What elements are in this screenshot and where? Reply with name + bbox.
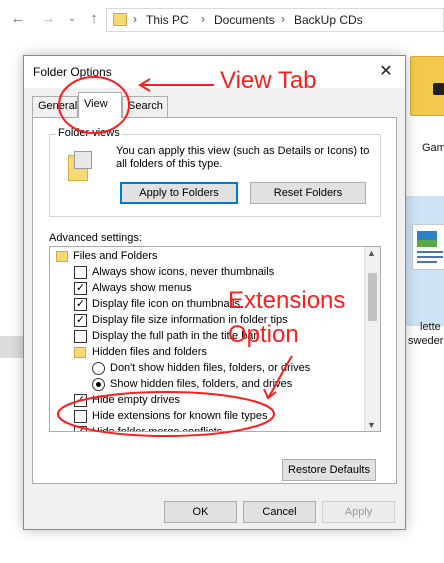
apply-button[interactable]: Apply xyxy=(322,501,395,523)
tree-folder-label: Hidden files and folders xyxy=(92,346,207,358)
dialog-titlebar[interactable]: Folder Options ✕ xyxy=(24,56,405,88)
back-arrow-icon[interactable]: ← xyxy=(8,9,28,29)
reset-folders-button[interactable]: Reset Folders xyxy=(250,182,366,204)
option-label: Always show menus xyxy=(92,282,192,294)
checkbox-unchecked[interactable] xyxy=(74,410,87,423)
breadcrumb-documents[interactable]: Documents xyxy=(214,13,275,27)
restore-defaults-button[interactable]: Restore Defaults xyxy=(282,459,376,481)
file-label: sweder xyxy=(408,335,444,347)
file-label: Gam xyxy=(422,142,444,154)
checkbox-checked[interactable]: ✓ xyxy=(74,298,87,311)
checkbox-checked[interactable]: ✓ xyxy=(74,426,87,431)
checkbox-unchecked[interactable] xyxy=(74,266,87,279)
tree-folder-label: Files and Folders xyxy=(73,250,158,262)
document-icon xyxy=(412,224,444,270)
forward-arrow-icon[interactable]: → xyxy=(38,9,58,29)
address-bar[interactable]: › This PC › Documents › BackUp CDs xyxy=(106,8,444,32)
ok-button[interactable]: OK xyxy=(164,501,237,523)
advanced-settings-label: Advanced settings: xyxy=(49,232,142,244)
scroll-down-icon[interactable]: ▼ xyxy=(367,420,376,430)
checkbox-checked[interactable]: ✓ xyxy=(74,394,87,407)
breadcrumb-this-pc[interactable]: This PC xyxy=(146,13,189,27)
checkbox-checked[interactable]: ✓ xyxy=(74,282,87,295)
breadcrumb-separator: › xyxy=(201,12,205,26)
radio-unselected[interactable] xyxy=(92,362,105,375)
checkbox-checked[interactable]: ✓ xyxy=(74,314,87,327)
checkbox-unchecked[interactable] xyxy=(74,330,87,343)
advanced-settings-list[interactable]: Files and Folders Always show icons, nev… xyxy=(49,246,381,432)
nav-pane-selection[interactable] xyxy=(0,336,24,358)
folder-options-dialog: Folder Options ✕ General View Search Fol… xyxy=(23,55,406,530)
option-label: Show hidden files, folders, and drives xyxy=(110,378,293,390)
explorer-toolbar: ← → ⌄ ↑ › This PC › Documents › BackUp C… xyxy=(0,0,444,40)
file-item-games[interactable]: Gam xyxy=(404,50,444,160)
option-label: Hide folder merge conflicts xyxy=(92,426,223,432)
folder-icon xyxy=(410,56,444,116)
tab-search[interactable]: Search xyxy=(122,96,168,117)
radio-selected[interactable] xyxy=(92,378,105,391)
file-label: lette xyxy=(420,321,441,333)
folder-views-icon xyxy=(68,151,94,183)
breadcrumb-backup-cds[interactable]: BackUp CDs xyxy=(294,13,363,27)
folder-icon xyxy=(56,251,68,262)
close-icon[interactable]: ✕ xyxy=(375,61,397,83)
option-label: Display the full path in the title bar xyxy=(92,330,258,342)
recent-locations-chevron-icon[interactable]: ⌄ xyxy=(62,9,82,29)
folder-views-group: Folder views You can apply this view (su… xyxy=(49,127,381,217)
folder-icon xyxy=(113,13,127,26)
option-label: Don't show hidden files, folders, or dri… xyxy=(110,362,311,374)
option-label: Hide extensions for known file types xyxy=(92,410,268,422)
option-label: Display file size information in folder … xyxy=(92,314,288,326)
tab-general[interactable]: General xyxy=(32,96,78,117)
apply-to-folders-button[interactable]: Apply to Folders xyxy=(120,182,238,204)
up-arrow-icon[interactable]: ↑ xyxy=(84,9,104,29)
scroll-up-icon[interactable]: ▲ xyxy=(367,248,376,258)
folder-views-title: Folder views xyxy=(56,127,122,139)
folder-views-description: You can apply this view (such as Details… xyxy=(116,145,370,170)
cancel-button[interactable]: Cancel xyxy=(243,501,316,523)
view-tab-panel: Folder views You can apply this view (su… xyxy=(32,117,397,484)
scrollbar[interactable]: ▲ ▼ xyxy=(364,247,380,431)
breadcrumb-separator: › xyxy=(281,12,285,26)
option-label: Hide empty drives xyxy=(92,394,181,406)
tab-view[interactable]: View xyxy=(78,92,122,118)
game-badge-icon xyxy=(433,83,444,95)
scrollbar-thumb[interactable] xyxy=(368,273,377,321)
file-item-letter[interactable] xyxy=(404,196,444,326)
folder-icon xyxy=(74,347,86,358)
option-label: Always show icons, never thumbnails xyxy=(92,266,275,278)
option-label: Display file icon on thumbnails xyxy=(92,298,240,310)
dialog-title: Folder Options xyxy=(33,65,112,79)
breadcrumb-separator: › xyxy=(133,12,137,26)
